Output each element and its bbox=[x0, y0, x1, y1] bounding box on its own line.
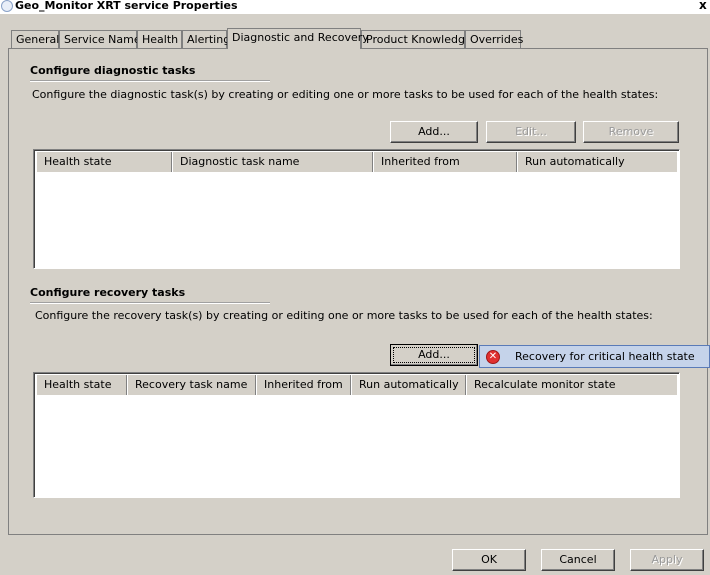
column-header-recovery-task-name[interactable]: Recovery task name bbox=[127, 375, 256, 395]
diagnostic-remove-button[interactable]: Remove bbox=[583, 121, 679, 143]
ok-button[interactable]: OK bbox=[452, 549, 526, 571]
diagnostic-task-list[interactable]: Health state Diagnostic task name Inheri… bbox=[33, 149, 680, 269]
apply-button[interactable]: Apply bbox=[630, 549, 704, 571]
column-header-run-automatically[interactable]: Run automatically bbox=[517, 152, 677, 172]
recovery-task-list[interactable]: Health state Recovery task name Inherite… bbox=[33, 372, 680, 498]
column-header-health-state[interactable]: Health state bbox=[36, 152, 172, 172]
recovery-divider bbox=[30, 302, 270, 304]
column-header-inherited-from[interactable]: Inherited from bbox=[373, 152, 517, 172]
column-header-diagnostic-task-name[interactable]: Diagnostic task name bbox=[172, 152, 373, 172]
diagnostic-add-button[interactable]: Add... bbox=[390, 121, 478, 143]
column-header-run-automatically[interactable]: Run automatically bbox=[351, 375, 466, 395]
column-header-recalculate-monitor-state[interactable]: Recalculate monitor state bbox=[466, 375, 677, 395]
diagnostic-heading: Configure diagnostic tasks bbox=[30, 64, 196, 77]
diagnostic-description: Configure the diagnostic task(s) by crea… bbox=[32, 88, 659, 101]
diagnostic-list-header: Health state Diagnostic task name Inheri… bbox=[36, 152, 677, 172]
menu-item-label: Recovery for critical health state bbox=[515, 350, 695, 363]
error-icon: ✕ bbox=[486, 350, 500, 364]
recovery-description: Configure the recovery task(s) by creati… bbox=[35, 309, 653, 322]
recovery-heading: Configure recovery tasks bbox=[30, 286, 186, 299]
recovery-add-button[interactable]: Add... bbox=[390, 344, 478, 366]
add-recovery-menu: ✕ Recovery for critical health state bbox=[479, 345, 710, 368]
menu-item-recovery-critical[interactable]: ✕ Recovery for critical health state bbox=[480, 346, 709, 367]
cancel-button[interactable]: Cancel bbox=[541, 549, 615, 571]
column-header-inherited-from[interactable]: Inherited from bbox=[256, 375, 351, 395]
diagnostic-edit-button[interactable]: Edit... bbox=[486, 121, 576, 143]
column-header-health-state[interactable]: Health state bbox=[36, 375, 127, 395]
diagnostic-divider bbox=[30, 80, 270, 82]
recovery-list-header: Health state Recovery task name Inherite… bbox=[36, 375, 677, 395]
